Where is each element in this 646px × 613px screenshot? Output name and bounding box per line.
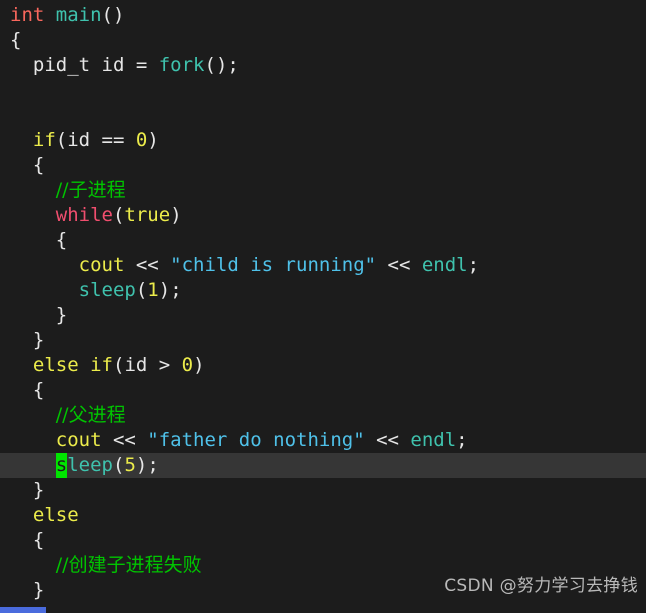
- code-token-function: endl: [421, 254, 468, 276]
- code-line[interactable]: {: [0, 378, 646, 403]
- horizontal-scrollbar-track[interactable]: [0, 607, 646, 613]
- code-line[interactable]: [0, 78, 646, 103]
- code-token-keyword: else: [32, 354, 79, 376]
- text-cursor: s: [55, 453, 68, 478]
- code-token-plain: {: [10, 154, 45, 176]
- code-token-operator: <<: [376, 254, 422, 276]
- code-token-number: 5: [124, 454, 136, 476]
- code-line[interactable]: else: [0, 503, 646, 528]
- code-line[interactable]: sleep(1);: [0, 278, 646, 303]
- code-token-keyword: true: [124, 204, 171, 226]
- code-token-loop: while: [55, 204, 113, 226]
- code-editor[interactable]: int main(){ pid_t id = fork(); if(id == …: [0, 0, 646, 613]
- code-line[interactable]: sleep(5);: [0, 453, 646, 478]
- code-token-plain: pid_t id: [10, 54, 136, 76]
- code-token-comment-cn: //父进程: [55, 404, 126, 426]
- code-token-function: sleep: [78, 279, 136, 301]
- code-token-number: 0: [135, 129, 148, 151]
- code-token-comment-cn: //子进程: [55, 179, 126, 201]
- code-token-plain: (id >: [113, 354, 182, 376]
- code-line[interactable]: //父进程: [0, 403, 646, 428]
- code-token-plain: ;: [467, 254, 480, 276]
- code-token-keyword: if: [32, 129, 56, 151]
- code-token-function: fork: [158, 54, 205, 76]
- code-token-plain: }: [10, 579, 45, 601]
- code-line[interactable]: //子进程: [0, 178, 646, 203]
- code-line[interactable]: }: [0, 303, 646, 328]
- code-line[interactable]: //创建子进程失败: [0, 553, 646, 578]
- code-token-string: "father do nothing": [147, 429, 365, 451]
- code-token-plain: (): [101, 4, 125, 26]
- code-token-plain: ): [147, 129, 159, 151]
- code-token-plain: {: [10, 29, 22, 51]
- code-token-plain: ();: [204, 54, 239, 76]
- code-token-function: endl: [410, 429, 457, 451]
- code-line[interactable]: while(true): [0, 203, 646, 228]
- code-line[interactable]: int main(): [0, 3, 646, 28]
- code-token-plain: ): [193, 354, 205, 376]
- code-token-operator: <<: [364, 429, 411, 451]
- code-token-operator: =: [135, 54, 159, 76]
- code-token-plain: }: [10, 329, 45, 351]
- code-line[interactable]: {: [0, 228, 646, 253]
- code-token-plain: {: [10, 379, 45, 401]
- code-token-plain: (: [112, 204, 125, 226]
- code-token-plain: ;: [456, 429, 468, 451]
- code-token-plain: }: [10, 479, 45, 501]
- code-token-plain: {: [10, 529, 45, 551]
- code-line[interactable]: {: [0, 153, 646, 178]
- code-token-type: int: [10, 4, 45, 26]
- code-line[interactable]: {: [0, 528, 646, 553]
- code-token-keyword: cout: [78, 254, 125, 276]
- code-token-comment-cn: //创建子进程失败: [55, 554, 202, 576]
- code-line[interactable]: }: [0, 328, 646, 353]
- code-line[interactable]: }: [0, 578, 646, 603]
- code-line[interactable]: }: [0, 478, 646, 503]
- code-lines-container[interactable]: int main(){ pid_t id = fork(); if(id == …: [0, 0, 646, 603]
- code-token-operator: <<: [101, 429, 148, 451]
- code-token-function: leep: [67, 454, 113, 476]
- horizontal-scrollbar-thumb[interactable]: [0, 607, 46, 613]
- code-token-plain: (id ==: [55, 129, 136, 151]
- code-token-plain: }: [10, 304, 68, 326]
- code-line[interactable]: [0, 103, 646, 128]
- code-line[interactable]: if(id == 0): [0, 128, 646, 153]
- code-token-operator: <<: [124, 254, 171, 276]
- code-token-plain: );: [158, 279, 182, 301]
- code-token-function: main: [55, 4, 102, 26]
- code-token-string: "child is running": [170, 254, 377, 276]
- code-token-keyword: if: [90, 354, 113, 376]
- code-token-plain: {: [10, 229, 68, 251]
- code-token-keyword: else: [32, 504, 79, 526]
- code-token-plain: );: [135, 454, 159, 476]
- code-line[interactable]: {: [0, 28, 646, 53]
- code-token-keyword: cout: [55, 429, 102, 451]
- code-token-number: 0: [181, 354, 194, 376]
- code-line[interactable]: pid_t id = fork();: [0, 53, 646, 78]
- code-line[interactable]: cout << "child is running" << endl;: [0, 253, 646, 278]
- code-line[interactable]: cout << "father do nothing" << endl;: [0, 428, 646, 453]
- code-line[interactable]: else if(id > 0): [0, 353, 646, 378]
- code-token-plain: (: [112, 454, 125, 476]
- code-token-plain: ): [170, 204, 182, 226]
- code-token-plain: (: [135, 279, 148, 301]
- code-token-number: 1: [147, 279, 159, 301]
